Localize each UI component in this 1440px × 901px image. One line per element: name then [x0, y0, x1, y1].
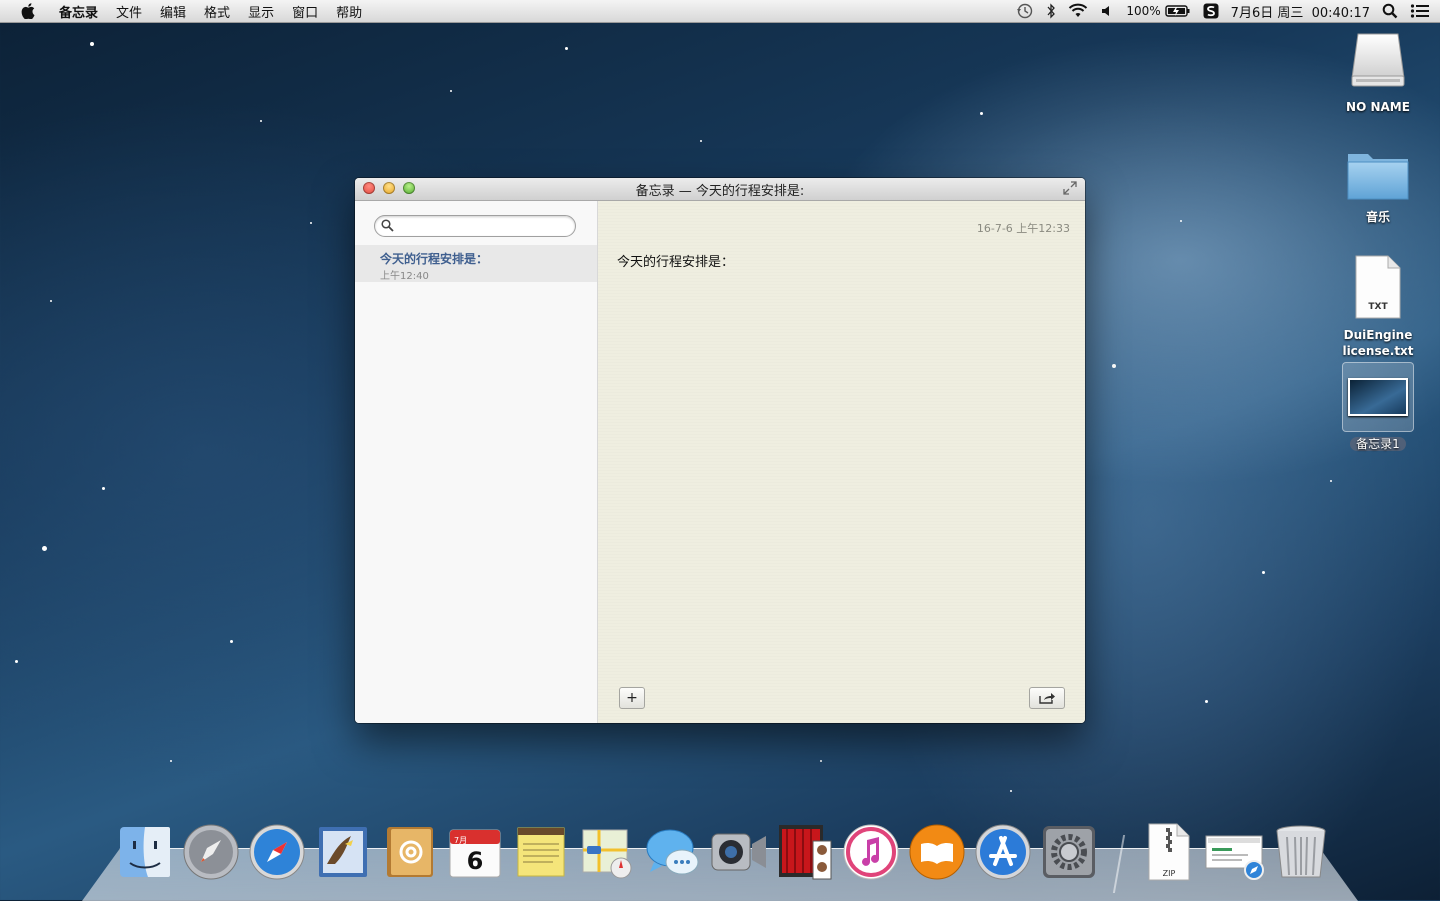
desktop-icon-label: NO NAME — [1346, 100, 1410, 114]
folder-icon — [1347, 154, 1409, 200]
calendar-day: 6 — [466, 847, 484, 875]
desktop-icon-music[interactable]: 音乐 — [1333, 146, 1423, 225]
note-item-time: 上午12:40 — [380, 271, 429, 282]
menu-format[interactable]: 格式 — [195, 2, 239, 21]
search-input[interactable] — [397, 217, 571, 235]
txt-badge: TXT — [1368, 302, 1388, 312]
desktop-icon-label: 备忘录1 — [1333, 436, 1423, 452]
screenshot-file-icon — [1205, 835, 1264, 880]
desktop-icon-label: 音乐 — [1365, 210, 1390, 224]
notes-sidebar: 今天的行程安排是： 上午12:40 — [355, 201, 598, 723]
menu-view[interactable]: 显示 — [239, 2, 283, 21]
app-store-icon — [975, 824, 1031, 880]
notes-window: 备忘录 — 今天的行程安排是: 今天的行程安排是： 上午12:40 16-7-6… — [355, 178, 1085, 723]
note-body-text[interactable]: 今天的行程安排是： — [617, 251, 734, 270]
share-button[interactable] — [1029, 687, 1065, 709]
search-icon — [381, 219, 394, 232]
apple-menu-icon[interactable] — [20, 3, 36, 19]
menu-edit[interactable]: 编辑 — [151, 2, 195, 21]
dock-facetime[interactable] — [710, 822, 768, 882]
notification-center-icon[interactable] — [1410, 3, 1430, 19]
dock-maps[interactable] — [578, 822, 636, 882]
dock-screenshot-file[interactable] — [1204, 822, 1268, 882]
zip-label: ZIP — [1162, 869, 1176, 878]
dock-photo-booth[interactable] — [776, 822, 834, 882]
calendar-month: 7月 — [454, 836, 468, 845]
note-item-title: 今天的行程安排是： — [380, 252, 489, 266]
dock-messages[interactable] — [644, 822, 702, 882]
finder-icon — [120, 827, 170, 877]
mail-icon — [319, 827, 367, 877]
search-field[interactable] — [374, 215, 576, 237]
app-status-icon[interactable] — [1203, 3, 1219, 19]
note-date: 16-7-6 上午12:33 — [976, 222, 1070, 235]
messages-icon — [646, 829, 699, 875]
menu-window[interactable]: 窗口 — [283, 2, 327, 21]
drive-icon — [1351, 33, 1405, 87]
zoom-button[interactable] — [403, 182, 415, 194]
battery-icon[interactable] — [1164, 4, 1191, 18]
add-note-button[interactable]: + — [619, 687, 645, 709]
desktop-icon-txt-file[interactable]: TXT DuiEngine license.txt — [1333, 254, 1423, 359]
dock-calendar[interactable]: 7月 6 — [446, 822, 504, 882]
menu-bar: 备忘录 文件 编辑 格式 显示 窗口 帮助 100% 7月6日 周三 00:40… — [0, 0, 1440, 23]
dock-contacts[interactable] — [380, 822, 438, 882]
desktop-icon-no-name[interactable]: NO NAME — [1333, 30, 1423, 115]
note-editor[interactable]: 16-7-6 上午12:33 今天的行程安排是： + — [598, 201, 1085, 723]
menu-file[interactable]: 文件 — [107, 2, 151, 21]
dock-itunes[interactable] — [842, 822, 900, 882]
dock-launchpad[interactable] — [182, 822, 240, 882]
fullscreen-icon[interactable] — [1063, 181, 1077, 195]
note-list-item[interactable]: 今天的行程安排是： 上午12:40 — [355, 245, 597, 282]
notes-app-icon — [517, 827, 565, 877]
ibooks-icon — [909, 824, 965, 880]
launchpad-icon — [183, 824, 239, 880]
volume-icon[interactable] — [1100, 3, 1114, 19]
itunes-icon — [843, 824, 899, 880]
dock-ibooks[interactable] — [908, 822, 966, 882]
desktop-icon-label: DuiEngine license.txt — [1342, 328, 1414, 358]
dock-finder[interactable] — [116, 822, 174, 882]
desktop-icon-screenshot[interactable]: 备忘录1 — [1333, 362, 1423, 452]
photo-booth-icon — [779, 825, 832, 880]
dock-safari[interactable] — [248, 822, 306, 882]
menu-help[interactable]: 帮助 — [327, 2, 371, 21]
window-title: 备忘录 — 今天的行程安排是: — [635, 183, 805, 199]
maps-icon — [582, 829, 632, 879]
time-machine-icon[interactable] — [1016, 3, 1034, 19]
close-button[interactable] — [363, 182, 375, 194]
window-titlebar[interactable]: 备忘录 — 今天的行程安排是: — [355, 178, 1085, 201]
wifi-icon[interactable] — [1068, 3, 1088, 19]
dock-mail[interactable] — [314, 822, 372, 882]
dock-app-store[interactable] — [974, 822, 1032, 882]
bluetooth-icon[interactable] — [1046, 3, 1056, 19]
menu-app-name[interactable]: 备忘录 — [50, 2, 107, 21]
dock-system-preferences[interactable] — [1040, 822, 1098, 882]
dock-notes[interactable] — [512, 822, 570, 882]
facetime-icon — [711, 833, 766, 871]
battery-percent: 100% — [1126, 4, 1161, 18]
minimize-button[interactable] — [383, 182, 395, 194]
trash-icon — [1276, 825, 1326, 878]
system-preferences-icon — [1043, 826, 1095, 878]
menu-clock[interactable]: 7月6日 周三 00:40:17 — [1231, 2, 1370, 21]
contacts-icon — [387, 827, 433, 877]
dock-zip-file[interactable]: ZIP — [1140, 822, 1198, 882]
safari-icon — [249, 824, 305, 880]
share-icon — [1039, 693, 1055, 704]
dock-trash[interactable] — [1272, 822, 1330, 882]
screenshot-icon — [1342, 362, 1414, 432]
spotlight-search-icon[interactable] — [1382, 3, 1398, 19]
